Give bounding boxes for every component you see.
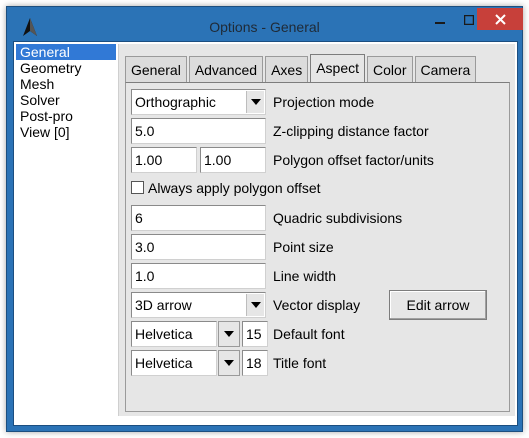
tab-general[interactable]: General: [125, 56, 187, 82]
quadric-subdivisions-input[interactable]: 6: [131, 205, 266, 231]
tab-bar: General Advanced Axes Aspect Color Camer…: [125, 54, 478, 82]
default-font-label: Default font: [273, 326, 345, 342]
vector-display-label: Vector display: [273, 297, 361, 313]
category-item-solver[interactable]: Solver: [16, 92, 116, 108]
projection-mode-label: Projection mode: [273, 94, 375, 110]
title-font-label: Title font: [273, 355, 327, 371]
point-size-label: Point size: [273, 239, 334, 255]
chevron-down-icon: [224, 360, 234, 366]
default-font-dropdown-button[interactable]: [218, 321, 240, 347]
point-size-input[interactable]: 3.0: [131, 234, 266, 260]
close-button[interactable]: [477, 8, 523, 30]
options-panel: General Advanced Axes Aspect Color Camer…: [118, 44, 515, 416]
category-item-general[interactable]: General: [16, 44, 116, 60]
category-item-mesh[interactable]: Mesh: [16, 76, 116, 92]
chevron-down-icon: [246, 294, 264, 316]
zclip-factor-label: Z-clipping distance factor: [273, 123, 429, 139]
default-font-family-input[interactable]: Helvetica: [131, 321, 217, 347]
always-offset-checkbox[interactable]: [131, 181, 144, 194]
category-list: General Geometry Mesh Solver Post-pro Vi…: [16, 44, 116, 414]
category-item-view-0[interactable]: View [0]: [16, 124, 116, 140]
chevron-down-icon: [224, 331, 234, 337]
title-font-dropdown-button[interactable]: [218, 350, 240, 376]
options-window: Options - General General Geometry Mesh …: [6, 6, 523, 432]
default-font-size-input[interactable]: 15: [242, 321, 268, 347]
line-width-label: Line width: [273, 268, 337, 284]
chevron-down-icon: [246, 91, 264, 113]
tab-camera[interactable]: Camera: [414, 56, 477, 82]
zclip-factor-input[interactable]: 5.0: [131, 118, 266, 144]
minimize-button[interactable]: [425, 9, 455, 31]
maximize-icon: [464, 15, 474, 25]
window-client: General Geometry Mesh Solver Post-pro Vi…: [13, 41, 518, 426]
minimize-icon: [435, 22, 445, 24]
tab-axes[interactable]: Axes: [265, 56, 309, 82]
category-item-post-pro[interactable]: Post-pro: [16, 108, 116, 124]
vector-display-value: 3D arrow: [135, 297, 192, 313]
line-width-input[interactable]: 1.0: [131, 263, 266, 289]
tab-color[interactable]: Color: [367, 56, 413, 82]
projection-mode-value: Orthographic: [135, 94, 216, 110]
polygon-offset-units-input[interactable]: 1.00: [200, 147, 266, 173]
vector-display-select[interactable]: 3D arrow: [131, 292, 266, 318]
title-font-family-input[interactable]: Helvetica: [131, 350, 217, 376]
polygon-offset-factor-input[interactable]: 1.00: [131, 147, 197, 173]
tab-aspect[interactable]: Aspect: [310, 54, 366, 82]
always-offset-label: Always apply polygon offset: [148, 180, 321, 196]
projection-mode-select[interactable]: Orthographic: [131, 89, 266, 115]
category-item-geometry[interactable]: Geometry: [16, 60, 116, 76]
quadric-subdivisions-label: Quadric subdivisions: [273, 210, 403, 226]
tab-advanced[interactable]: Advanced: [188, 56, 264, 82]
close-icon: [494, 13, 506, 25]
aspect-tab-content: Orthographic Projection mode 5.0 Z-clipp…: [125, 82, 510, 412]
title-font-size-input[interactable]: 18: [242, 350, 268, 376]
edit-arrow-button[interactable]: Edit arrow: [389, 290, 487, 320]
title-bar[interactable]: Options - General: [7, 7, 523, 41]
polygon-offset-label: Polygon offset factor/units: [273, 152, 434, 168]
